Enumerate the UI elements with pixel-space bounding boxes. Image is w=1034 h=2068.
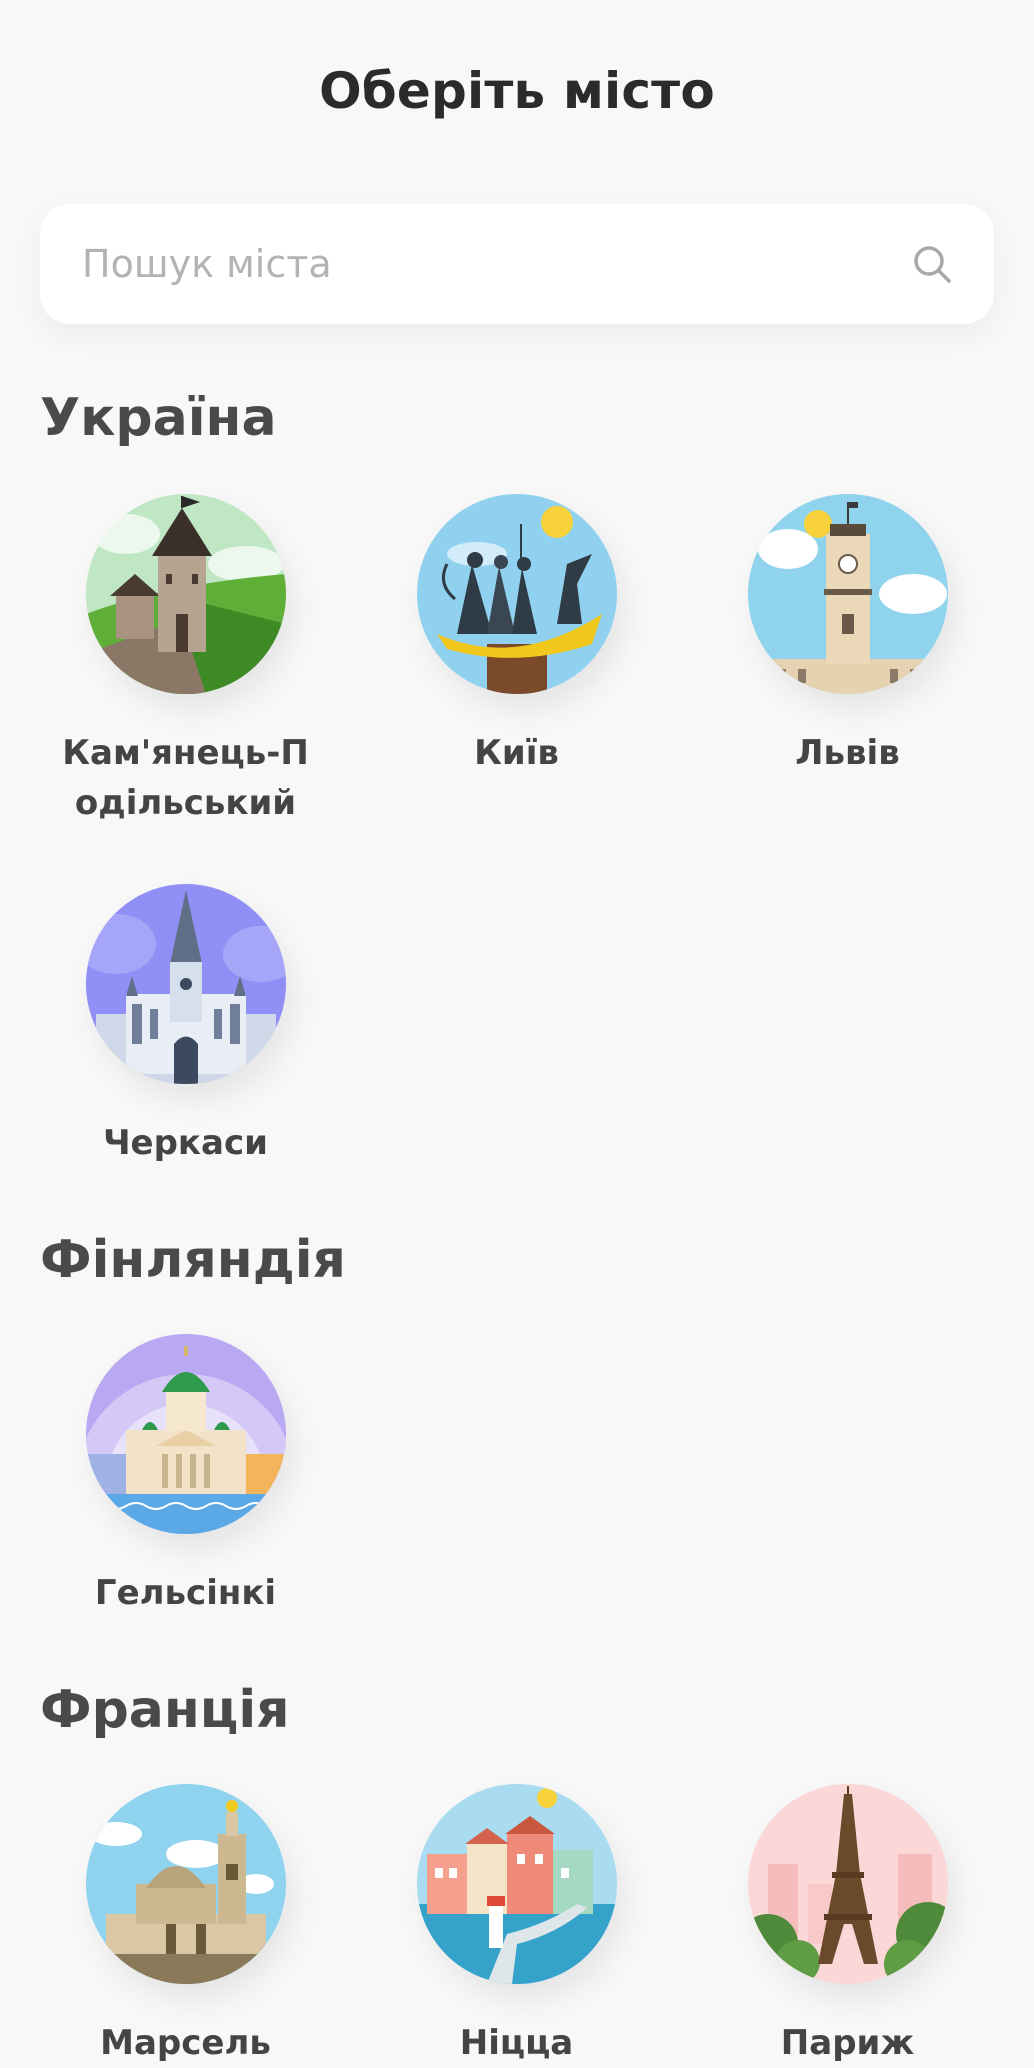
city-card-marseille[interactable]: Марсель (20, 1784, 351, 2068)
cherkasy-cathedral-icon (85, 884, 286, 1084)
city-name: Львів (795, 733, 900, 773)
city-card-helsinki[interactable]: Гельсінкі (20, 1334, 351, 1618)
section-heading-ukraine: Україна (40, 388, 277, 448)
page-title: Оберіть місто (319, 62, 715, 120)
city-name: Гельсінкі (94, 1573, 277, 1613)
nice-harbour-icon (416, 1784, 617, 1984)
section-heading-finland: Фінляндія (40, 1230, 346, 1290)
city-name: Марсель (100, 2023, 271, 2063)
city-name: Ніцца (459, 2023, 574, 2063)
kamianets-castle-icon (85, 494, 286, 694)
section-heading-france: Франція (40, 1680, 290, 1740)
city-card-kamianets[interactable]: Кам'янець-Подільський (20, 494, 351, 828)
city-card-cherkasy[interactable]: Черкаси (20, 884, 351, 1168)
city-name: Париж (780, 2023, 915, 2063)
city-name: Кам'янець-Подільський (62, 733, 309, 823)
city-name: Черкаси (103, 1123, 268, 1163)
kyiv-founders-monument-icon (416, 494, 617, 694)
lviv-town-hall-icon (747, 494, 948, 694)
city-card-lviv[interactable]: Львів (682, 494, 1013, 778)
helsinki-cathedral-icon (85, 1334, 286, 1534)
search-icon[interactable] (910, 242, 954, 286)
marseille-basilica-icon (85, 1784, 286, 1984)
search-bar[interactable] (40, 204, 994, 324)
city-card-paris[interactable]: Париж (682, 1784, 1013, 2068)
city-card-nice[interactable]: Ніцца (351, 1784, 682, 2068)
city-card-kyiv[interactable]: Київ (351, 494, 682, 778)
search-input[interactable] (80, 241, 910, 287)
city-name: Київ (474, 733, 559, 773)
eiffel-tower-icon (747, 1784, 948, 1984)
